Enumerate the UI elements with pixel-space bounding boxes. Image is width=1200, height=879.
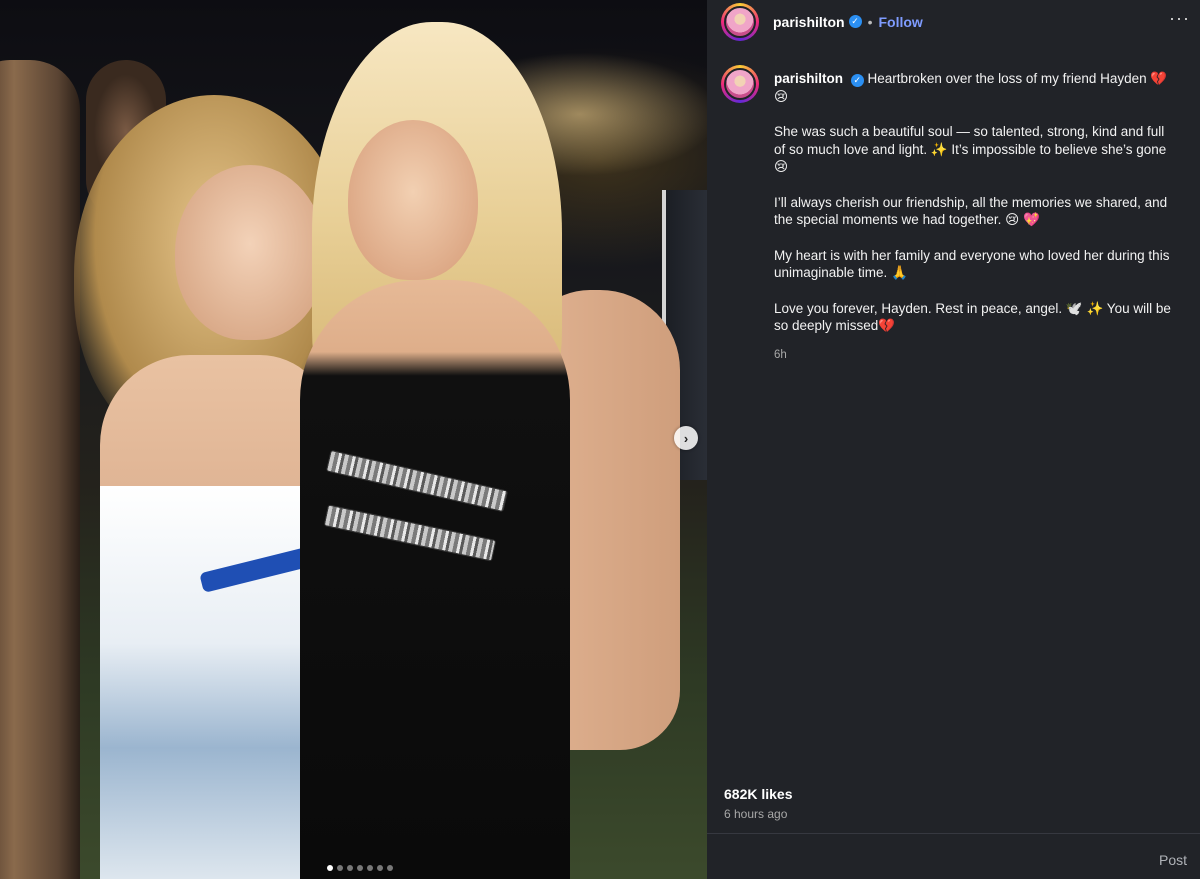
header-separator: • [867, 13, 873, 30]
username-link[interactable]: parishilton [773, 14, 845, 30]
post-photo[interactable]: › [0, 0, 707, 879]
caption-paragraph: She was such a beautiful soul — so talen… [774, 124, 1168, 174]
comment-input[interactable] [724, 846, 1124, 872]
post-timestamp[interactable]: 6 hours ago [724, 807, 787, 821]
post-side-panel: parishilton ✓ • Follow ··· parishilton ✓… [707, 0, 1200, 879]
chevron-right-icon: › [683, 430, 689, 446]
subject-right-dress [300, 280, 570, 879]
caption-paragraph: My heart is with her family and everyone… [774, 247, 1174, 281]
avatar-image [724, 5, 756, 38]
caption-paragraph: I’ll always cherish our friendship, all … [774, 194, 1171, 228]
next-photo-button[interactable]: › [674, 426, 698, 450]
carousel-dot [327, 865, 333, 871]
subject-right-face [348, 120, 478, 280]
post-header: parishilton ✓ • Follow ··· [707, 0, 1200, 43]
carousel-dot [357, 865, 363, 871]
carousel-indicator [327, 865, 393, 871]
caption-paragraph: parishilton ✓ Heartbroken over the loss … [774, 70, 1174, 105]
caption-text: parishilton ✓ Heartbroken over the loss … [774, 70, 1174, 364]
post-comment-button[interactable]: Post [1159, 852, 1187, 868]
background-person-left [0, 60, 80, 879]
carousel-dot [367, 865, 373, 871]
subject-left-face [175, 165, 325, 340]
carousel-dot [377, 865, 383, 871]
avatar-image [724, 68, 756, 100]
verified-badge-icon: ✓ [850, 74, 864, 88]
follow-button[interactable]: Follow [878, 14, 922, 30]
likes-count[interactable]: 682K likes [724, 786, 793, 802]
caption-username-link[interactable]: parishilton [774, 71, 843, 86]
avatar[interactable] [721, 2, 759, 41]
caption-timestamp[interactable]: 6h [774, 347, 1174, 365]
caption-paragraph: Love you forever, Hayden. Rest in peace,… [774, 300, 1175, 334]
more-options-icon[interactable]: ··· [1169, 8, 1190, 29]
carousel-dot [347, 865, 353, 871]
subject-left-body [100, 355, 330, 879]
divider [707, 833, 1200, 834]
verified-badge-icon: ✓ [848, 15, 862, 28]
caption-avatar[interactable] [721, 65, 759, 103]
carousel-dot [337, 865, 343, 871]
carousel-dot [387, 865, 393, 871]
